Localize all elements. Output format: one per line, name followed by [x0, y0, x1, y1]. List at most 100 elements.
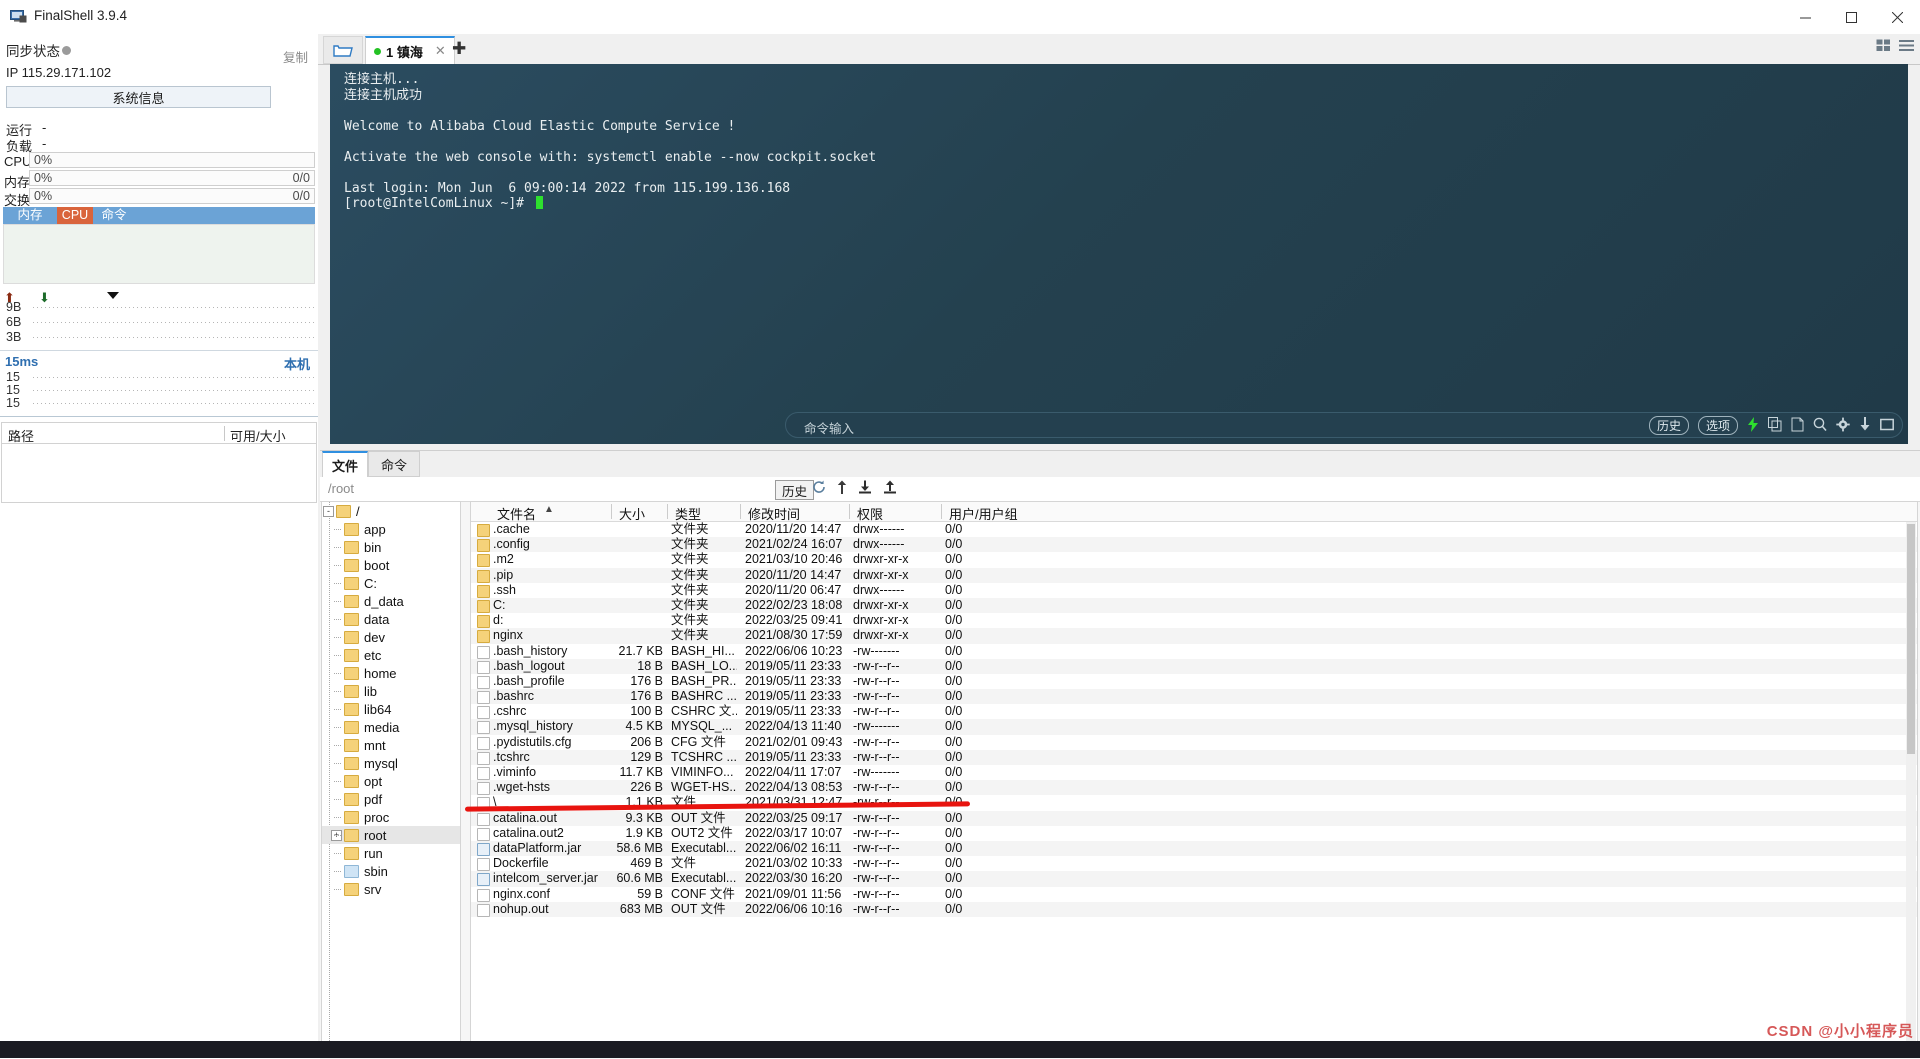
- file-list[interactable]: 文件名 ▲ 大小 类型 修改时间 权限 用户/用户组 .cache 文件夹 2020…: [470, 501, 1918, 1053]
- table-row[interactable]: .mysql_history 4.5 KB MYSQL_... 2022/04/13 …: [471, 719, 1917, 735]
- table-row[interactable]: .cache 文件夹 2020/11/20 14:47 drwx------ 0/0: [471, 522, 1917, 537]
- terminal-output[interactable]: 连接主机... 连接主机成功 Welcome to Alibaba Cloud …: [330, 64, 1908, 444]
- tree-node[interactable]: boot: [322, 556, 460, 574]
- terminal-tab[interactable]: 1 镇海 ✕: [365, 36, 455, 64]
- refresh-icon[interactable]: [812, 480, 826, 497]
- directory-tree[interactable]: - / app bin boot C: d_data data dev etc home lib lib…: [321, 501, 461, 1053]
- path-input[interactable]: /root: [328, 481, 354, 496]
- table-row[interactable]: .bash_logout 18 B BASH_LO... 2019/05/11 23:…: [471, 658, 1917, 674]
- table-row[interactable]: nohup.out 683 MB OUT 文件 2022/06/06 10:16 -rw…: [471, 901, 1917, 917]
- tree-node[interactable]: home: [322, 664, 460, 682]
- copy-icon[interactable]: [1768, 416, 1782, 435]
- tree-node[interactable]: - /: [322, 502, 460, 520]
- column-header-size[interactable]: 大小: [619, 504, 645, 523]
- table-row[interactable]: dataPlatform.jar 58.6 MB Executabl... 2022/…: [471, 840, 1917, 857]
- scrollbar-thumb[interactable]: [1907, 524, 1915, 754]
- column-divider[interactable]: [611, 504, 612, 519]
- tree-node[interactable]: opt: [322, 772, 460, 790]
- close-button[interactable]: [1874, 0, 1920, 34]
- tree-node[interactable]: +root: [322, 826, 460, 844]
- tree-node[interactable]: proc: [322, 808, 460, 826]
- table-row[interactable]: .m2 文件夹 2021/03/10 20:46 drwxr-xr-x 0/0: [471, 552, 1917, 568]
- plus-icon[interactable]: ✚: [452, 39, 466, 59]
- process-list[interactable]: [3, 224, 315, 284]
- lightning-icon[interactable]: [1747, 416, 1759, 435]
- column-header-mtime[interactable]: 修改时间: [748, 504, 800, 523]
- disk-table-body[interactable]: [1, 444, 317, 503]
- download-file-icon[interactable]: [858, 480, 872, 497]
- tree-node[interactable]: app: [322, 520, 460, 538]
- table-row[interactable]: intelcom_server.jar 60.6 MB Executabl... 20…: [471, 871, 1917, 887]
- command-input-bar[interactable]: 命令输入 历史 选项: [785, 412, 1903, 438]
- column-header-owner[interactable]: 用户/用户组: [949, 504, 1018, 523]
- upload-arrow-icon[interactable]: [837, 480, 847, 497]
- table-row[interactable]: .wget-hsts 226 B WGET-HS... 2022/04/13 08:5…: [471, 780, 1917, 796]
- table-row[interactable]: .bash_profile 176 B BASH_PR... 2019/05/11 2…: [471, 674, 1917, 689]
- tree-node[interactable]: dev: [322, 628, 460, 646]
- cell-type: OUT 文件: [671, 901, 726, 916]
- chevron-down-icon[interactable]: [107, 292, 119, 299]
- column-header-name[interactable]: 文件名: [497, 504, 536, 523]
- tree-node[interactable]: mnt: [322, 736, 460, 754]
- table-row[interactable]: catalina.out 9.3 KB OUT 文件 2022/03/25 09:17…: [471, 810, 1917, 826]
- column-divider[interactable]: [941, 504, 942, 519]
- column-divider[interactable]: [849, 504, 850, 519]
- process-tab-command[interactable]: 命令: [93, 207, 135, 224]
- table-row[interactable]: .pip 文件夹 2020/11/20 14:47 drwxr-xr-x 0/0: [471, 567, 1917, 583]
- table-row[interactable]: catalina.out2 1.9 KB OUT2 文件 2022/03/17 10:…: [471, 826, 1917, 841]
- tree-node[interactable]: C:: [322, 574, 460, 592]
- table-row[interactable]: .viminfo 11.7 KB VIMINFO... 2022/04/11 17:0…: [471, 765, 1917, 780]
- tree-node[interactable]: srv: [322, 880, 460, 898]
- table-row[interactable]: .bashrc 176 B BASHRC ... 2019/05/11 23:33 -r…: [471, 689, 1917, 705]
- tree-node[interactable]: pdf: [322, 790, 460, 808]
- table-row[interactable]: .ssh 文件夹 2020/11/20 06:47 drwx------ 0/0: [471, 583, 1917, 598]
- tree-expander[interactable]: -: [323, 506, 334, 517]
- tree-node[interactable]: d_data: [322, 592, 460, 610]
- path-history-button[interactable]: 历史: [775, 480, 815, 500]
- column-header-perm[interactable]: 权限: [857, 504, 883, 523]
- tree-node[interactable]: mysql: [322, 754, 460, 772]
- minimize-button[interactable]: [1782, 0, 1828, 34]
- download-icon[interactable]: [1859, 416, 1871, 435]
- maximize-button[interactable]: [1828, 0, 1874, 34]
- history-button[interactable]: 历史: [1648, 416, 1689, 435]
- tree-node[interactable]: run: [322, 844, 460, 862]
- table-row[interactable]: .bash_history 21.7 KB BASH_HI... 2022/06/06…: [471, 644, 1917, 659]
- tree-node[interactable]: bin: [322, 538, 460, 556]
- tab-commands[interactable]: 命令: [368, 451, 420, 477]
- table-row[interactable]: .tcshrc 129 B TCSHRC ... 2019/05/11 23:33 -r…: [471, 749, 1917, 765]
- paste-icon[interactable]: [1791, 417, 1804, 435]
- tab-files[interactable]: 文件: [322, 451, 368, 477]
- process-tab-cpu[interactable]: CPU: [57, 207, 93, 224]
- copy-button[interactable]: 复制: [283, 47, 308, 66]
- upload-file-icon[interactable]: [883, 480, 897, 497]
- table-row[interactable]: .cshrc 100 B CSHRC 文... 2019/05/11 23:33 -rw…: [471, 704, 1917, 720]
- column-header-type[interactable]: 类型: [675, 504, 701, 523]
- column-divider[interactable]: [667, 504, 668, 519]
- table-row[interactable]: nginx 文件夹 2021/08/30 17:59 drwxr-xr-x 0/0: [471, 628, 1917, 644]
- search-icon[interactable]: [1813, 417, 1827, 435]
- process-tab-memory[interactable]: 内存: [3, 207, 57, 224]
- table-row[interactable]: Dockerfile 469 B 文件 2021/03/02 10:33 -rw-r--…: [471, 856, 1917, 872]
- open-folder-icon[interactable]: [323, 36, 363, 64]
- options-button[interactable]: 选项: [1697, 416, 1738, 435]
- table-row[interactable]: .config 文件夹 2021/02/24 16:07 drwx------ 0/0: [471, 537, 1917, 553]
- file-list-scrollbar[interactable]: [1906, 522, 1916, 1052]
- column-divider[interactable]: [740, 504, 741, 519]
- table-row[interactable]: d: 文件夹 2022/03/25 09:41 drwxr-xr-x 0/0: [471, 613, 1917, 629]
- system-info-button[interactable]: 系统信息: [6, 86, 271, 108]
- table-row[interactable]: C: 文件夹 2022/02/23 18:08 drwxr-xr-x 0/0: [471, 597, 1917, 614]
- tree-node[interactable]: lib: [322, 682, 460, 700]
- tree-node[interactable]: media: [322, 718, 460, 736]
- table-row[interactable]: nginx.conf 59 B CONF 文件 2021/09/01 11:56 -rw…: [471, 887, 1917, 902]
- tree-node[interactable]: data: [322, 610, 460, 628]
- window-icon[interactable]: [1880, 417, 1894, 435]
- tree-node[interactable]: etc: [322, 646, 460, 664]
- gear-icon[interactable]: [1836, 417, 1850, 435]
- tree-node[interactable]: sbin: [322, 862, 460, 880]
- table-row[interactable]: .pydistutils.cfg 206 B CFG 文件 2021/02/01 09…: [471, 735, 1917, 750]
- tab-close-icon[interactable]: ✕: [435, 43, 446, 59]
- tree-node[interactable]: lib64: [322, 700, 460, 718]
- hamburger-menu-icon[interactable]: [1899, 39, 1914, 55]
- grid-layout-icon[interactable]: [1876, 39, 1891, 55]
